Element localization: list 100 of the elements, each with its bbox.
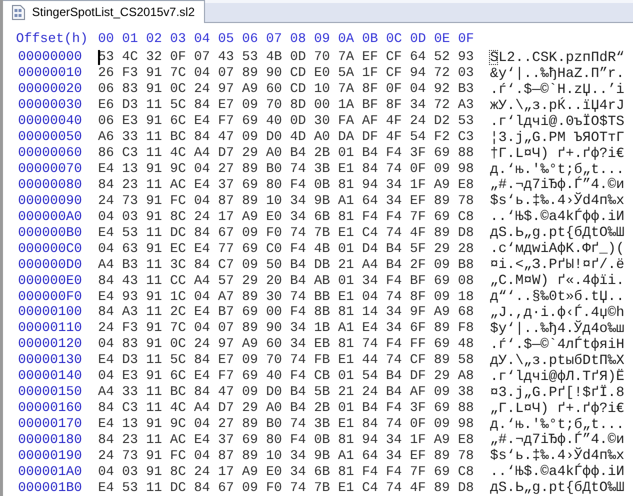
hex-bytes: 84 23 11 AC E4 37 69 80 F4 0B 81 94 34 1F A9 E8: [98, 432, 474, 448]
hex-bytes: E4 53 11 DC 84 67 09 F0 74 7B E1 C4 74 4F 89 D8: [98, 480, 474, 496]
hex-bytes: E4 53 11 DC 84 67 09 F0 74 7B E1 C4 74 4F 89 D8: [98, 226, 474, 241]
hex-bytes: E4 13 91 9C 04 27 89 B0 74 3B E1 84 74 0F 09 98: [98, 417, 474, 432]
hex-bytes: A6 33 11 BC 84 47 09 D0 4D A0 DA DF 4F 54 F2 C3: [98, 130, 474, 146]
ascii-text: ¤3.ј„G.Рґ[!$ґЇ.8: [490, 384, 624, 401]
offset-label: 000000A0: [17, 210, 83, 225]
offset-label: 00000100: [17, 305, 83, 320]
offset-label: 000001A0: [17, 464, 83, 480]
hex-bytes: 04 03 91 8C 24 17 A9 E0 34 6B 81 F4 F4 7F 69 C8: [98, 464, 474, 480]
offset-label: 00000150: [17, 385, 83, 400]
hex-bytes: E4 D3 11 5C 84 E7 09 70 74 FB E1 44 74 CF 89 58: [98, 353, 474, 368]
offset-label: 00000090: [17, 194, 83, 209]
column-header: 09: [314, 32, 331, 46]
column-header: 02: [146, 32, 163, 46]
hex-bytes: 04 03 91 8C 24 17 A9 E0 34 6B 81 F4 F4 7F 69 C8: [98, 210, 474, 225]
hex-bytes: 04 63 91 EC E4 77 69 C0 F4 4B 01 D4 B4 5F 29 28: [98, 242, 474, 257]
column-header: 05: [218, 32, 235, 46]
ascii-text: .ѓ‘.$—©`4лЃtфяiH: [490, 336, 624, 353]
column-header: 0C: [386, 32, 403, 46]
offset-label: 000000C0: [17, 242, 83, 257]
offset-label: 000000B0: [17, 226, 83, 241]
offset-label: 00000120: [17, 337, 83, 352]
hex-bytes: 86 C3 11 4C A4 D7 29 A0 B4 2B 01 B4 F4 3F 69 88: [98, 146, 474, 162]
hex-bytes: E6 D3 11 5C 84 E7 09 70 8D 00 1A BF 8F 34 72 A3: [98, 98, 474, 114]
column-header: 00: [98, 32, 115, 46]
hex-bytes: A4 33 11 BC 84 47 09 D0 B4 5B 21 24 B4 AF 09 38: [98, 385, 474, 400]
column-header: 03: [170, 32, 187, 46]
hex-bytes: 24 F3 91 7C 04 07 89 90 34 1B A1 E4 34 6F 89 F8: [98, 321, 474, 336]
ascii-text: $s‘ь.‡‰.4›Ўd4п‰x: [490, 193, 624, 210]
hex-bytes: E4 13 91 9C 04 27 89 B0 74 3B E1 84 74 0F 09 98: [98, 162, 474, 178]
offset-label: 00000130: [17, 353, 83, 368]
ascii-text: д.‘њ.'‰°t;б„t...: [490, 162, 624, 178]
hex-bytes: 06 83 91 0C 24 97 A9 60 CD 10 7A 8F 0F 04 92 B3: [98, 82, 474, 98]
offset-label: 00000060: [17, 146, 83, 162]
ascii-text: $у‘|..‰ђ4.Ўд4o‰ш: [490, 320, 624, 337]
offset-label: 000001B0: [17, 480, 83, 496]
ascii-text: &у‘|..‰ђНаZ.П”r.: [490, 66, 624, 82]
offset-header: Offset(h): [16, 32, 89, 46]
ascii-text: „C.М¤W) ґ«.4фїi.: [490, 273, 624, 290]
offset-label: 00000050: [17, 130, 83, 146]
ascii-text: „Ј.,д·i.ф‹Ѓ.4џ©h: [490, 304, 624, 321]
column-header: 0E: [434, 32, 451, 46]
ascii-text: ..‘Њ$.©а4kЃфф.iИ: [490, 464, 624, 480]
offset-label: 00000080: [17, 178, 83, 193]
hex-bytes: 84 C3 11 4C A4 D7 29 A0 B4 2B 01 B4 F4 3F 69 88: [98, 401, 474, 416]
offset-label: 000000D0: [17, 258, 83, 273]
ascii-text: дS.Ь„g.рt{бДtO‰Ш: [490, 480, 624, 496]
ascii-text: .ѓ‘.$—©`Н.zЏ..’і: [490, 82, 624, 98]
ascii-text: .г‘lдчi@.0ъЇO$ТS: [490, 114, 624, 130]
hex-bytes: 24 73 91 FC 04 87 89 10 34 9B A1 64 34 EF 89 78: [98, 448, 474, 464]
ascii-text: дУ.\„з.ptыбDtП‰X: [490, 352, 624, 369]
column-header: 0F: [458, 32, 475, 46]
ascii-text: д.‘њ.'‰°t;б„t...: [490, 416, 624, 433]
ascii-text: д“‘..§‰0t»б.tЏ..: [490, 289, 624, 306]
column-header: 0A: [338, 32, 355, 46]
column-header: 06: [242, 32, 259, 46]
offset-label: 000000F0: [17, 290, 83, 305]
hex-bytes: 84 A3 11 2C E4 B7 69 00 F4 8B 81 14 34 9F A9 68: [98, 305, 474, 320]
ascii-text: ¦3.ј„G.РM ЪЯOTтГ: [490, 130, 624, 146]
offset-label: 00000070: [17, 162, 83, 178]
offset-label: 00000040: [17, 114, 83, 130]
ascii-text: „#.¬д7iЂф.Ѓ”4.©и: [490, 432, 624, 448]
offset-label: 00000140: [17, 369, 83, 384]
offset-label: 00000190: [17, 448, 83, 464]
ascii-text: „Г.L¤Ч) ґ+.ґф?i€: [490, 400, 624, 417]
offset-label: 00000030: [17, 98, 83, 114]
offset-label: 00000160: [17, 401, 83, 416]
file-tab[interactable]: StingerSpotList_CS2015v7.sl2: [3, 0, 205, 23]
hex-bytes: 84 43 11 CC A4 57 29 20 B4 AB 01 34 F4 BF 69 08: [98, 274, 474, 289]
hex-bytes: 26 F3 91 7C 04 07 89 90 CD E0 5A 1F CF 94 72 03: [98, 66, 474, 82]
column-header: 08: [290, 32, 307, 46]
ascii-text: .г‘lдчi@фЛ.TґЯ)Ё: [490, 368, 624, 385]
ascii-text: ..‘Њ$.©а4kЃфф.iИ: [490, 209, 624, 226]
hex-bytes: 24 73 91 FC 04 87 89 10 34 9B A1 64 34 EF 89 78: [98, 194, 474, 209]
ascii-text: .c‘мдwiАфK.Фґ_)(: [490, 241, 624, 258]
offset-label: 000000E0: [17, 274, 83, 289]
column-header: 04: [194, 32, 211, 46]
ascii-text: „#.¬д7iЂф.Ѓ”4.©и: [490, 177, 624, 194]
column-header: 0D: [410, 32, 427, 46]
ascii-text: SL2..CSK.pzпПdR“: [490, 50, 624, 66]
hex-bytes: 06 E3 91 6C E4 F7 69 40 0D 30 FA AF 4F 24 D2 53: [98, 114, 474, 130]
offset-label: 00000180: [17, 432, 83, 448]
hex-bytes: 04 E3 91 6C E4 F7 69 40 F4 CB 01 54 B4 DF 29 A8: [98, 369, 474, 384]
file-icon: [12, 4, 25, 20]
ascii-text: ¤і.<„З.PґЫ!¤ґ/.ё: [490, 257, 624, 274]
ascii-text: жУ.\„з.pЌ..їЏ4rЈ: [490, 98, 624, 114]
ascii-text: дS.Ь„g.рt{бДtO‰Ш: [490, 225, 624, 242]
column-header: 07: [266, 32, 283, 46]
column-header: 01: [122, 32, 139, 46]
offset-label: 00000010: [17, 66, 83, 82]
offset-label: 00000000: [17, 50, 83, 66]
offset-label: 00000020: [17, 82, 83, 98]
offset-label: 00000170: [17, 417, 83, 432]
ascii-text: $s‘ь.‡‰.4›Ўd4п‰x: [490, 448, 624, 464]
ascii-text: †Г.L¤Ч) ґ+.ґф?i€: [490, 146, 624, 162]
column-header: 0B: [362, 32, 379, 46]
hex-bytes: E4 93 91 1C 04 A7 89 30 74 BB E1 04 74 8F 09 18: [98, 290, 474, 305]
hex-bytes: A4 B3 11 3C 84 C7 09 50 B4 DB 21 A4 B4 2F 09 B8: [98, 258, 474, 273]
offset-label: 00000110: [17, 321, 83, 336]
